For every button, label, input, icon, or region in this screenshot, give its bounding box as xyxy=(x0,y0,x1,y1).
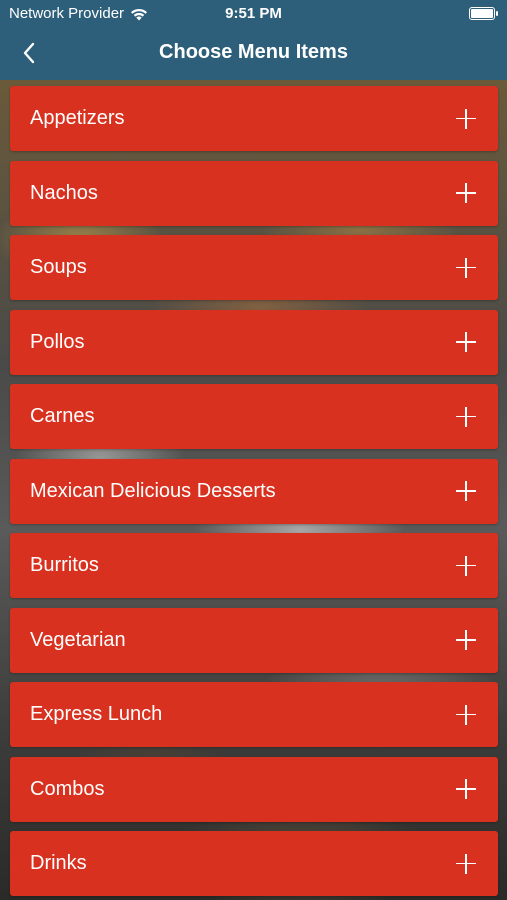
menu-item-burritos[interactable]: Burritos xyxy=(10,533,498,598)
battery-icon xyxy=(469,7,498,20)
menu-item-vegetarian[interactable]: Vegetarian xyxy=(10,607,498,673)
menu-item-label: Mexican Delicious Desserts xyxy=(30,479,276,502)
plus-icon[interactable] xyxy=(456,257,476,278)
menu-item-combos[interactable]: Combos xyxy=(10,756,498,822)
plus-icon[interactable] xyxy=(456,630,476,650)
plus-icon[interactable] xyxy=(456,183,476,203)
menu-item-label: Drinks xyxy=(30,852,87,874)
plus-icon[interactable] xyxy=(456,555,476,576)
menu-item-label: Burritos xyxy=(30,554,99,576)
menu-category-list: Appetizers Nachos Soups Pollos Carnes Me… xyxy=(10,86,498,900)
menu-item-nachos[interactable]: Nachos xyxy=(10,160,498,226)
plus-icon[interactable] xyxy=(456,406,476,427)
plus-icon[interactable] xyxy=(456,779,476,799)
menu-item-drinks[interactable]: Drinks xyxy=(10,831,498,896)
status-time: 9:51 PM xyxy=(225,5,282,22)
menu-item-label: Nachos xyxy=(30,181,98,204)
menu-item-pollos[interactable]: Pollos xyxy=(10,309,498,375)
menu-item-label: Pollos xyxy=(30,330,85,353)
menu-item-label: Express Lunch xyxy=(30,703,163,725)
plus-icon[interactable] xyxy=(456,481,476,501)
plus-icon[interactable] xyxy=(456,853,476,874)
menu-item-soups[interactable]: Soups xyxy=(10,235,498,300)
menu-item-label: Combos xyxy=(30,777,105,800)
page-title: Choose Menu Items xyxy=(159,41,348,63)
plus-icon[interactable] xyxy=(456,704,476,725)
status-bar: Network Provider 9:51 PM xyxy=(0,0,507,28)
menu-item-label: Soups xyxy=(30,256,87,278)
menu-item-desserts[interactable]: Mexican Delicious Desserts xyxy=(10,458,498,524)
top-bar: Network Provider 9:51 PM Choose Menu Ite… xyxy=(0,0,507,80)
menu-item-label: Carnes xyxy=(30,405,95,427)
navigation-bar: Choose Menu Items xyxy=(0,28,507,80)
menu-item-carnes[interactable]: Carnes xyxy=(10,384,498,449)
menu-item-express-lunch[interactable]: Express Lunch xyxy=(10,682,498,747)
plus-icon[interactable] xyxy=(456,332,476,352)
battery-level xyxy=(471,9,493,18)
menu-item-appetizers[interactable]: Appetizers xyxy=(10,86,498,151)
menu-item-label: Vegetarian xyxy=(30,628,126,651)
plus-icon[interactable] xyxy=(456,108,476,129)
menu-item-label: Appetizers xyxy=(30,107,125,129)
